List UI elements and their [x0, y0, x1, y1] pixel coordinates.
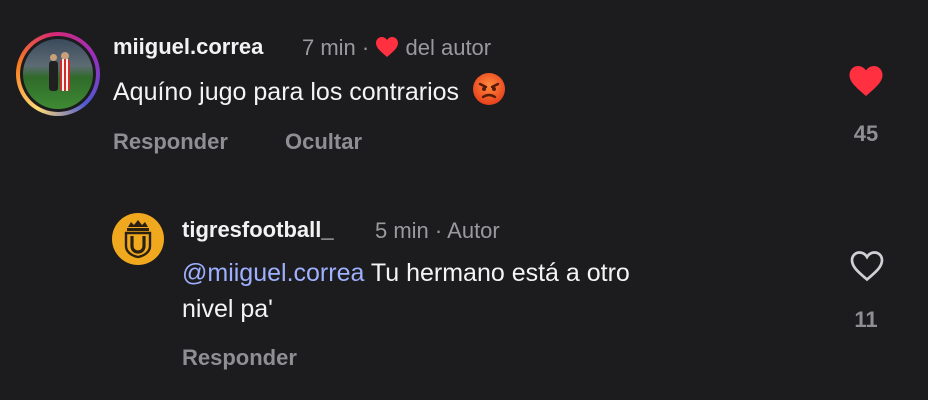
like-count: 11 — [854, 307, 878, 332]
comment-text: @miiguel.correa Tu hermano está a otro n… — [182, 255, 802, 327]
author-label: Autor — [447, 218, 500, 243]
avatar[interactable] — [112, 213, 164, 265]
meta-separator: · — [361, 35, 370, 60]
heart-filled-icon[interactable] — [848, 64, 884, 103]
hide-button[interactable]: Ocultar — [285, 129, 362, 155]
tigres-crest-icon — [124, 220, 152, 259]
comment-meta: 7 min · del autor — [302, 35, 491, 64]
comment-text-line1: Tu hermano está a otro — [370, 259, 630, 287]
angry-face-icon — [472, 72, 506, 116]
comment-text-content: Aquíno jugo para los contrarios — [113, 78, 460, 106]
mention-link[interactable]: @miiguel.correa — [182, 259, 364, 287]
avatar[interactable] — [16, 32, 100, 116]
comment-text-line2: nivel pa' — [182, 295, 273, 323]
reply-button[interactable]: Responder — [182, 345, 297, 371]
like-count: 45 — [853, 121, 879, 146]
comment-text: Aquíno jugo para los contrarios — [113, 72, 506, 116]
comment-time: 7 min — [302, 35, 356, 60]
reply-button[interactable]: Responder — [113, 129, 228, 155]
comment-time: 5 min — [375, 218, 429, 243]
author-liked-label: del autor — [405, 35, 492, 60]
reply-comment-tigresfootball: tigresfootball_ 5 min · Autor @miiguel.c… — [0, 180, 928, 400]
heart-outline-icon[interactable] — [849, 249, 885, 288]
meta-separator: · — [434, 218, 443, 243]
avatar-photo — [23, 39, 93, 109]
comment-miiguel-correa: miiguel.correa 7 min · del autor Aquíno … — [0, 0, 928, 180]
comment-username[interactable]: miiguel.correa — [113, 34, 263, 60]
comment-meta: 5 min · Autor — [375, 218, 500, 244]
author-heart-icon — [375, 36, 399, 64]
comment-username[interactable]: tigresfootball_ — [182, 217, 334, 243]
